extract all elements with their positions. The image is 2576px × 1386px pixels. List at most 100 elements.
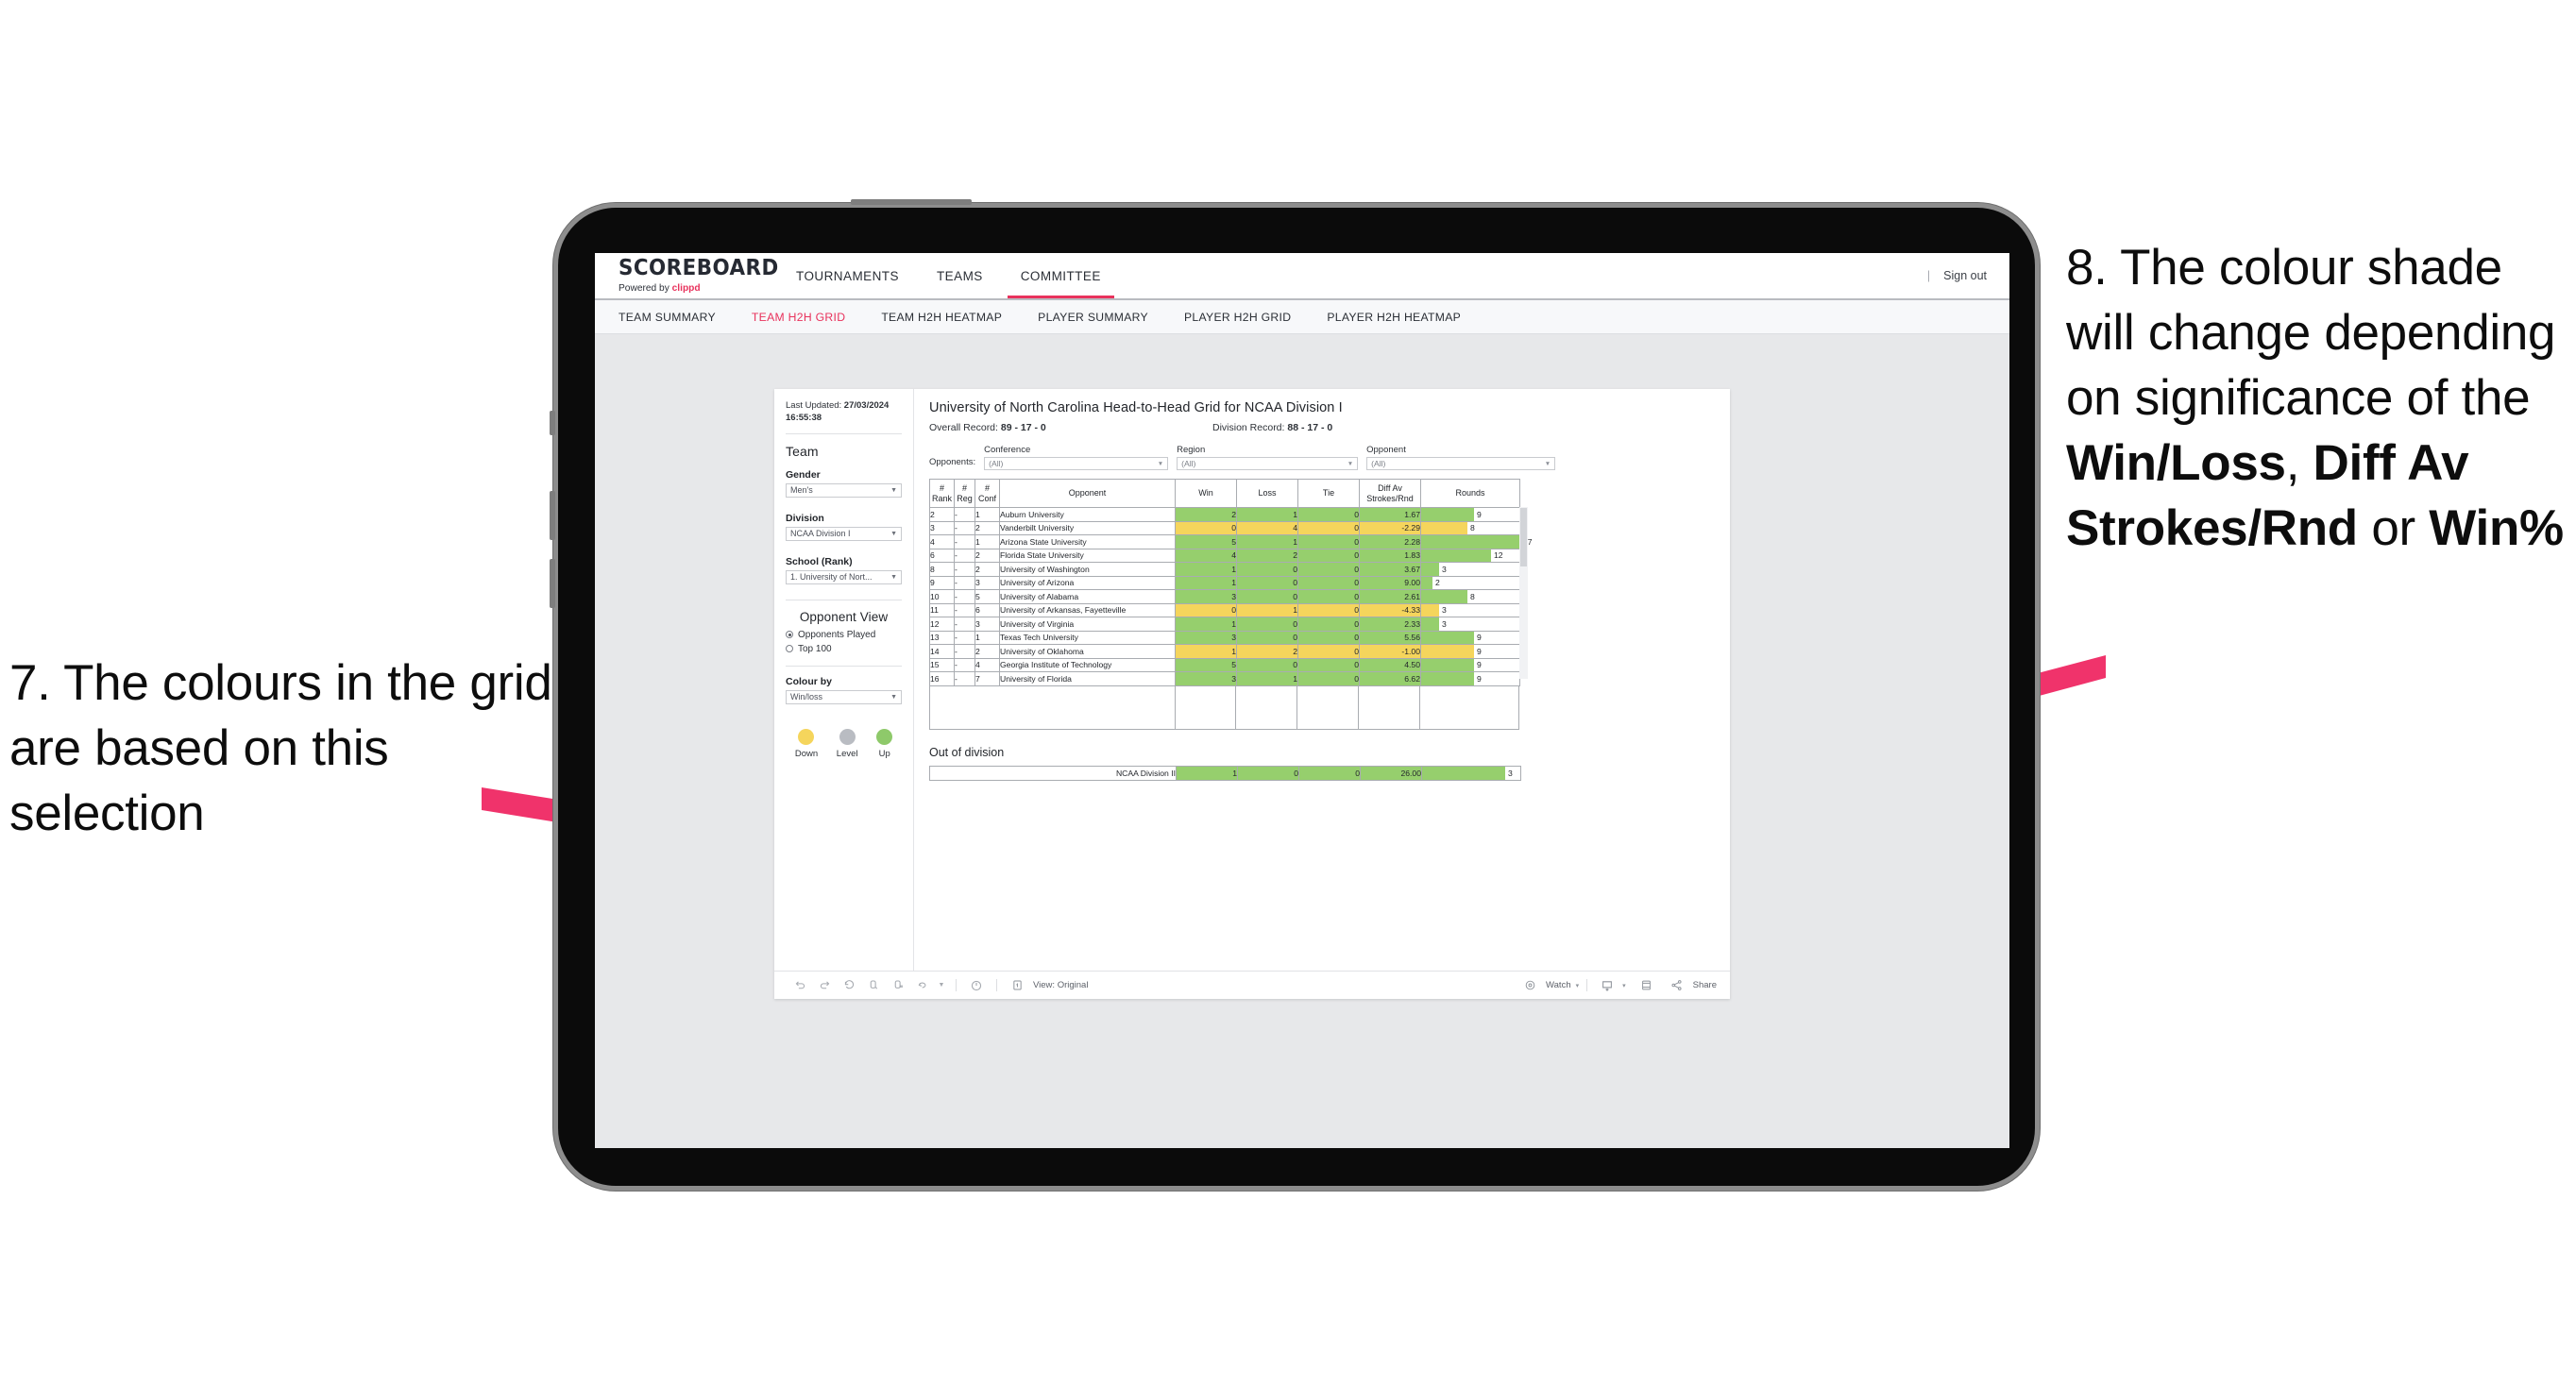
table-row[interactable]: 15-4 Georgia Institute of Technology 5 0 0 4.… [929,657,1520,672]
cell-opponent: Georgia Institute of Technology [999,657,1176,672]
radio-top-100[interactable]: Top 100 [786,644,902,654]
table-row[interactable]: 14-2 University of Oklahoma 1 2 0 -1.00 9 [929,644,1520,659]
cell-diff: -4.33 [1359,602,1421,617]
radio-opponents-played-label: Opponents Played [798,629,876,640]
table-row[interactable]: 3-2 Vanderbilt University 0 4 0 -2.29 8 [929,520,1520,535]
toolbar-dropdown-caret-icon[interactable]: ▼ [935,982,948,989]
legend-dot-level [839,728,856,745]
cell-rank: 11 [929,602,955,617]
cell-rounds: 9 [1420,671,1520,686]
legend-item-level: Level [837,728,858,759]
share-icon[interactable] [1665,979,1689,991]
table-row[interactable]: 8-2 University of Washington 1 0 0 3.67 3 [929,562,1520,577]
table-row[interactable]: 4-1Arizona State University5102.2817 [929,534,1533,549]
cell-rounds: 3 [1421,765,1521,781]
filter-region-select[interactable]: (All) ▼ [1177,457,1359,470]
cell-win: 0 [1175,602,1237,617]
cell-opponent: Florida State University [999,548,1176,563]
cell-tie: 0 [1297,534,1360,549]
undo-arrow-icon[interactable] [910,979,935,991]
cell-loss: 2 [1236,548,1298,563]
th-reg-l1: # [961,483,967,494]
download-icon[interactable] [1595,979,1619,992]
cell-rounds: 9 [1420,507,1520,522]
grid-vertical-scrollbar[interactable] [1519,507,1528,679]
table-row[interactable]: 12-3 University of Virginia 1 0 0 2.33 3 [929,617,1520,632]
tab-player-summary[interactable]: PLAYER SUMMARY [1038,311,1148,324]
cell-tie: 0 [1297,657,1360,672]
h2h-grid-table: # Rank # Reg # Conf Opponent Win Loss Tie D… [929,479,1533,686]
watch-caret-icon[interactable]: ▾ [1576,982,1580,989]
refresh-data-icon[interactable] [861,979,886,991]
cell-reg: - [954,589,975,604]
table-row[interactable]: 10-5 University of Alabama 3 0 0 2.61 8 [929,589,1520,604]
last-updated-label: Last Updated: [786,400,842,411]
tab-player-h2h-heatmap[interactable]: PLAYER H2H HEATMAP [1327,311,1461,324]
tab-team-h2h-heatmap[interactable]: TEAM H2H HEATMAP [881,311,1002,324]
th-win: Win [1175,479,1237,508]
gender-label: Gender [786,468,821,481]
filter-opponent-select[interactable]: (All) ▼ [1366,457,1556,470]
nav-item-tournaments[interactable]: TOURNAMENTS [796,255,899,296]
view-original-icon[interactable] [1005,979,1029,991]
share-label[interactable]: Share [1693,980,1717,990]
brand-tagline: Powered by clippd [619,282,754,294]
pause-auto-update-icon[interactable] [964,979,989,992]
tab-team-h2h-grid[interactable]: TEAM H2H GRID [752,311,845,324]
th-tie: Tie [1297,479,1360,508]
cell-diff: 2.61 [1359,589,1421,604]
nav-item-committee[interactable]: COMMITTEE [1007,255,1114,298]
school-rank-select[interactable]: 1. University of Nort... ▼ [786,569,902,584]
tab-team-summary[interactable]: TEAM SUMMARY [619,311,716,324]
watch-icon[interactable] [1517,979,1542,991]
cell-rank: 14 [929,644,955,659]
table-row[interactable]: 13-1 Texas Tech University 3 0 0 5.56 9 [929,630,1520,645]
cell-rounds: 8 [1420,520,1520,535]
clippd-brand-text: clippd [671,282,701,294]
filter-conference: Conference (All) ▼ [984,445,1169,470]
filter-conference-select[interactable]: (All) ▼ [984,457,1169,470]
cell-tie: 0 [1297,507,1360,522]
table-row[interactable]: 9-3 University of Arizona 1 0 0 9.00 2 [929,575,1520,590]
cell-tie: 0 [1297,644,1360,659]
last-updated-text: Last Updated: 27/03/2024 16:55:38 [786,400,902,425]
table-row[interactable]: 16-7 University of Florida 3 1 0 6.62 9 [929,671,1520,686]
cell-tie: 0 [1298,765,1361,781]
cell-diff: -2.29 [1359,520,1421,535]
revert-icon[interactable] [837,979,861,991]
cell-win: 1 [1176,765,1238,781]
colour-by-select[interactable]: Win/loss ▼ [786,689,902,704]
download-caret-icon[interactable]: ▾ [1622,982,1626,989]
table-row[interactable]: 11-6 University of Arkansas, Fayetteville… [929,602,1520,617]
cell-rounds: 3 [1420,602,1520,617]
scrollbar-thumb[interactable] [1520,508,1527,566]
gender-select[interactable]: Men's ▼ [786,482,902,498]
watch-label[interactable]: Watch [1546,980,1571,990]
cell-win: 1 [1175,575,1237,590]
cell-rounds: 9 [1420,644,1520,659]
nav-item-teams[interactable]: TEAMS [937,255,983,296]
brand-logo[interactable]: SCOREBOARD Powered by clippd [619,258,778,295]
view-original-label[interactable]: View: Original [1033,980,1088,990]
tab-player-h2h-grid[interactable]: PLAYER H2H GRID [1184,311,1291,324]
legend-label-down: Down [794,748,819,759]
tablet-side-button-3 [550,559,555,608]
table-row[interactable]: 6-2 Florida State University 4 2 0 1.83 12 [929,548,1520,563]
chevron-down-icon: ▼ [1544,460,1551,467]
signout-link[interactable]: Sign out [1943,269,1987,282]
out-of-division-row[interactable]: NCAA Division II 1 0 0 26.00 3 [929,765,1521,781]
radio-opponents-played[interactable]: Opponents Played [786,630,902,640]
cell-tie: 0 [1297,575,1360,590]
redo-icon[interactable] [812,979,837,991]
fullscreen-icon[interactable] [1635,979,1659,991]
page-title: University of North Carolina Head-to-Hea… [929,400,1343,415]
division-select[interactable]: NCAA Division I ▼ [786,526,902,541]
th-rounds: Rounds [1420,479,1520,508]
cell-opponent: Auburn University [999,507,1176,522]
cell-conf: 1 [974,534,1000,549]
cell-opponent: University of Arizona [999,575,1176,590]
undo-icon[interactable] [788,979,812,991]
pause-updates-icon[interactable] [886,979,910,991]
table-row[interactable]: 2-1 Auburn University 2 1 0 1.67 9 [929,507,1520,522]
control-panel: Last Updated: 27/03/2024 16:55:38 Team G… [774,389,914,971]
